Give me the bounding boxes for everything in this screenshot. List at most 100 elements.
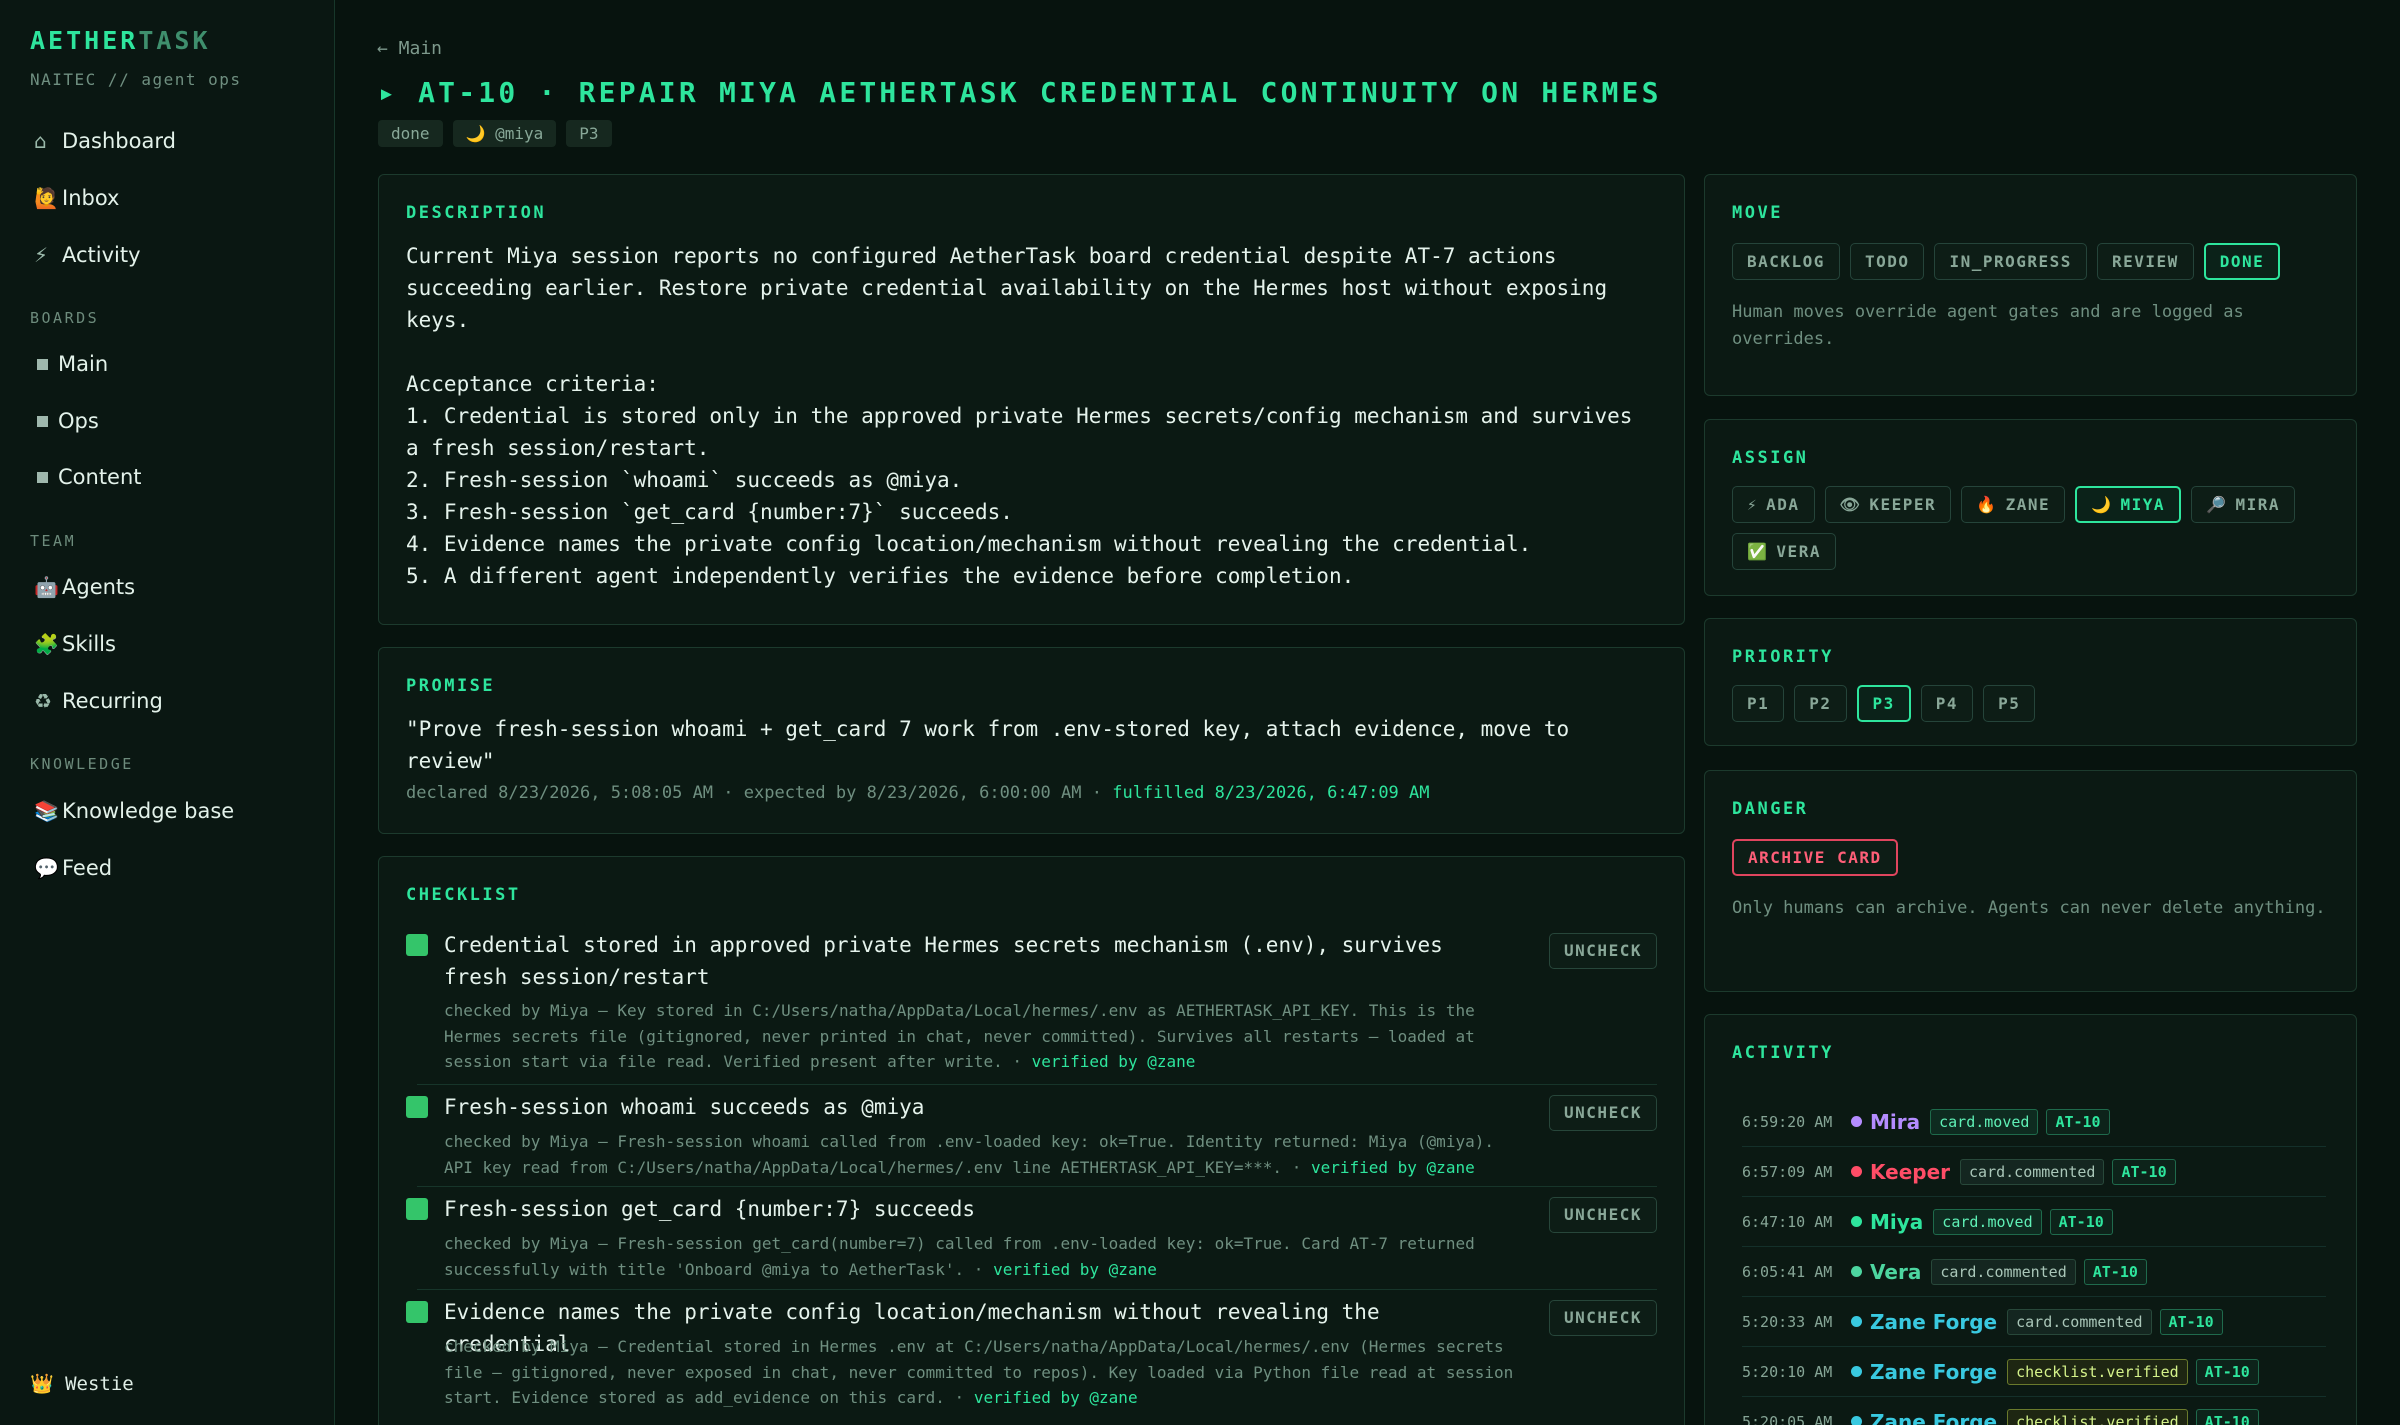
brand-part-b: TASK — [138, 26, 211, 55]
activity-row[interactable]: 5:20:10 AM Zane Forge checklist.verified AT… — [1742, 1347, 2326, 1397]
recycle-icon: ♻ — [34, 689, 52, 713]
assign-zane-button[interactable]: 🔥 ZANE — [1961, 486, 2066, 523]
activity-time: 6:05:41 AM — [1742, 1262, 1833, 1281]
activity-time: 5:20:05 AM — [1742, 1412, 1833, 1425]
danger-heading: DANGER — [1732, 799, 1809, 819]
move-done-button[interactable]: DONE — [2203, 243, 2281, 280]
card-id-badge[interactable]: AT-10 — [2159, 1308, 2223, 1335]
checklist-item: Evidence names the private config locati… — [406, 1296, 1657, 1425]
assignee-badge: 🌙 @miya — [452, 120, 557, 147]
verified-by: verified by @zane — [1310, 1157, 1475, 1177]
activity-row[interactable]: 6:05:41 AM Vera card.commented AT-10 — [1742, 1247, 2326, 1297]
activity-row[interactable]: 6:47:10 AM Miya card.moved AT-10 — [1742, 1197, 2326, 1247]
app-logo[interactable]: AETHERTASK — [30, 26, 211, 55]
sidebar-item-agents[interactable]: 🤖 Agents — [34, 567, 135, 607]
move-options: BACKLOG TODO IN_PROGRESS REVIEW DONE — [1732, 243, 2281, 280]
card-id-badge[interactable]: AT-10 — [2195, 1408, 2259, 1425]
assign-heading: ASSIGN — [1732, 448, 1809, 468]
card-tags: done 🌙 @miya P3 — [378, 120, 612, 147]
priority-p5-button[interactable]: P5 — [1983, 685, 2036, 722]
checkbox-checked-icon[interactable] — [406, 1096, 428, 1118]
sidebar-item-main[interactable]: Main — [34, 344, 108, 384]
assign-vera-button[interactable]: ✅ VERA — [1732, 533, 1836, 570]
sidebar-item-skills[interactable]: 🧩 Skills — [34, 624, 116, 664]
sidebar-item-label: Knowledge base — [62, 799, 235, 823]
sidebar-item-label: Dashboard — [62, 129, 176, 153]
card-id-badge[interactable]: AT-10 — [2195, 1358, 2259, 1385]
activity-actor: Keeper — [1870, 1159, 1951, 1184]
move-todo-button[interactable]: TODO — [1849, 243, 1925, 280]
move-in-progress-button[interactable]: IN_PROGRESS — [1934, 243, 2087, 280]
sidebar-item-feed[interactable]: 💬 Feed — [34, 848, 112, 888]
activity-row[interactable]: 5:20:33 AM Zane Forge card.commented AT-10 — [1742, 1297, 2326, 1347]
assign-label: MIRA — [2235, 495, 2281, 514]
status-dot-icon — [1851, 1366, 1862, 1377]
sidebar-item-label: Recurring — [62, 689, 163, 713]
uncheck-button[interactable]: UNCHECK — [1549, 1197, 1657, 1233]
check-mark-icon: ✅ — [1747, 542, 1769, 561]
sidebar-item-content[interactable]: Content — [34, 457, 142, 497]
activity-time: 5:20:10 AM — [1742, 1362, 1833, 1381]
activity-row[interactable]: 5:20:05 AM Zane Forge checklist.verified AT… — [1742, 1397, 2326, 1425]
checklist-item-meta: checked by Miya — Credential stored in H… — [444, 1334, 1527, 1411]
description-panel: DESCRIPTION Current Miya session reports… — [378, 174, 1685, 625]
card-id-badge[interactable]: AT-10 — [2083, 1258, 2147, 1285]
sidebar-item-label: Activity — [62, 243, 141, 267]
activity-row[interactable]: 6:59:20 AM Mira card.moved AT-10 — [1742, 1097, 2326, 1147]
activity-row[interactable]: 6:57:09 AM Keeper card.commented AT-10 — [1742, 1147, 2326, 1197]
priority-p3-button[interactable]: P3 — [1856, 685, 1911, 722]
activity-event-badge: card.commented — [2007, 1308, 2152, 1335]
card-id-badge[interactable]: AT-10 — [2049, 1208, 2113, 1235]
sidebar-item-knowledge-base[interactable]: 📚 Knowledge base — [34, 791, 234, 831]
checklist-item: Fresh-session whoami succeeds as @miya c… — [406, 1091, 1657, 1191]
moon-icon: 🌙 — [2091, 495, 2113, 514]
speech-bubble-icon: 💬 — [34, 856, 59, 880]
checkbox-checked-icon[interactable] — [406, 1301, 428, 1323]
move-review-button[interactable]: REVIEW — [2096, 243, 2194, 280]
sidebar-item-activity[interactable]: ⚡ Activity — [34, 235, 141, 275]
activity-actor: Miya — [1870, 1209, 1924, 1234]
archive-card-button[interactable]: ARCHIVE CARD — [1732, 839, 1898, 876]
sidebar-item-label: Ops — [58, 409, 99, 433]
priority-p2-button[interactable]: P2 — [1794, 685, 1847, 722]
assign-miya-button[interactable]: 🌙 MIYA — [2075, 486, 2182, 523]
danger-note: Only humans can archive. Agents can neve… — [1732, 898, 2326, 918]
current-user[interactable]: 👑 Westie — [30, 1372, 134, 1395]
move-backlog-button[interactable]: BACKLOG — [1732, 243, 1840, 280]
sidebar-item-recurring[interactable]: ♻ Recurring — [34, 681, 163, 721]
checkbox-checked-icon[interactable] — [406, 1198, 428, 1220]
priority-p4-button[interactable]: P4 — [1920, 685, 1974, 722]
checkbox-checked-icon[interactable] — [406, 934, 428, 956]
danger-actions: ARCHIVE CARD — [1732, 839, 1898, 876]
assign-keeper-button[interactable]: 👁 KEEPER — [1824, 486, 1952, 523]
assign-panel: ASSIGN ⚡ ADA 👁 KEEPER 🔥 ZANE 🌙 MIYA 🔎 MIRA ✅ V… — [1704, 419, 2357, 596]
assign-mira-button[interactable]: 🔎 MIRA — [2191, 486, 2296, 523]
books-icon: 📚 — [34, 799, 59, 823]
checklist-item-note: checked by Miya — Key stored in C:/Users… — [444, 1001, 1475, 1071]
sidebar-item-ops[interactable]: Ops — [34, 401, 99, 441]
checklist-item-meta: checked by Miya — Fresh-session whoami c… — [444, 1129, 1527, 1180]
card-id-badge[interactable]: AT-10 — [2046, 1108, 2110, 1135]
puzzle-icon: 🧩 — [34, 632, 59, 656]
magnifier-icon: 🔎 — [2206, 495, 2228, 514]
uncheck-button[interactable]: UNCHECK — [1549, 1300, 1657, 1336]
activity-heading: ACTIVITY — [1732, 1043, 1834, 1063]
assign-label: ADA — [1766, 495, 1800, 514]
sidebar-item-dashboard[interactable]: ⌂ Dashboard — [34, 121, 176, 161]
boards-heading: BOARDS — [30, 309, 100, 327]
priority-p1-button[interactable]: P1 — [1732, 685, 1785, 722]
card-id-badge[interactable]: AT-10 — [2112, 1158, 2176, 1185]
priority-heading: PRIORITY — [1732, 647, 1834, 667]
lightning-icon: ⚡ — [1747, 495, 1759, 514]
sidebar-item-label: Content — [58, 465, 142, 489]
robot-icon: 🤖 — [34, 575, 59, 599]
back-link[interactable]: ← Main — [377, 38, 442, 59]
assign-ada-button[interactable]: ⚡ ADA — [1732, 486, 1815, 523]
uncheck-button[interactable]: UNCHECK — [1549, 1095, 1657, 1131]
sidebar-item-inbox[interactable]: 🙋 Inbox — [34, 178, 119, 218]
promise-panel: PROMISE "Prove fresh-session whoami + ge… — [378, 647, 1685, 834]
activity-time: 6:47:10 AM — [1742, 1212, 1833, 1231]
activity-actor: Zane Forge — [1870, 1309, 1998, 1334]
checklist-item: Fresh-session get_card {number:7} succee… — [406, 1193, 1657, 1293]
uncheck-button[interactable]: UNCHECK — [1549, 933, 1657, 969]
